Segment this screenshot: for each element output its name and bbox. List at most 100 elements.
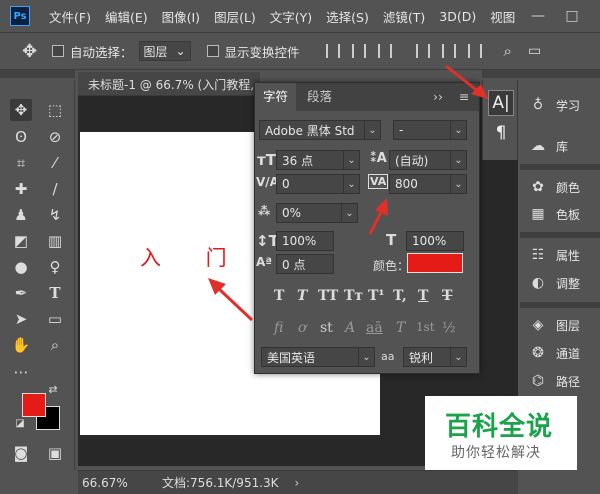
channels-panel-button[interactable]: ❂ 通道 — [528, 342, 600, 364]
old-style-button[interactable]: ơ — [298, 320, 306, 336]
ordinals-button[interactable]: 1st — [416, 320, 435, 334]
subscript-button[interactable]: T, — [393, 288, 407, 304]
align-top-icon[interactable] — [325, 44, 340, 58]
tab-character[interactable]: 字符 — [255, 83, 297, 111]
watermark: 百科全说 助你轻松解决 — [425, 396, 577, 470]
baseline-shift-field[interactable]: 0 点 — [276, 254, 334, 274]
font-size-field[interactable]: 36 点 ⌄ — [276, 150, 360, 170]
superscript-button[interactable]: T¹ — [368, 288, 385, 304]
menu-select[interactable]: 选择(S) — [319, 7, 376, 26]
all-caps-button[interactable]: TT — [318, 288, 338, 304]
quick-select-icon[interactable]: ⊘ — [44, 126, 66, 148]
path-select-icon[interactable]: ➤ — [10, 308, 32, 330]
default-colors-icon[interactable]: ◪ — [13, 416, 27, 430]
restore-button[interactable]: □ — [562, 6, 582, 26]
properties-panel-button[interactable]: ☷ 属性 — [528, 244, 600, 266]
toolbar-collapse-strip[interactable] — [0, 70, 75, 78]
align-middle-icon[interactable] — [351, 44, 366, 58]
stamp-icon[interactable]: ♟ — [10, 204, 32, 226]
minimize-button[interactable]: — — [528, 6, 548, 26]
font-style-select[interactable]: - ⌄ — [393, 120, 467, 140]
color-panel-button[interactable]: ✿ 颜色 — [528, 176, 600, 198]
menu-view[interactable]: 视图 — [483, 7, 522, 26]
align-left-icon[interactable] — [415, 44, 430, 58]
pen-icon[interactable]: ✒ — [10, 282, 32, 304]
auto-select-checkbox[interactable] — [52, 45, 64, 57]
collapse-icon[interactable]: ›› — [429, 83, 447, 111]
adjustments-panel-button[interactable]: ◐ 调整 — [528, 272, 600, 294]
dodge-icon[interactable]: ♀ — [44, 256, 66, 278]
layers-panel-button[interactable]: ◈ 图层 — [528, 314, 600, 336]
eyedropper-icon[interactable]: ⁄ — [44, 152, 66, 174]
menu-filter[interactable]: 滤镜(T) — [376, 7, 432, 26]
screen-mode-icon[interactable]: ▣ — [44, 442, 66, 464]
tab-paragraph[interactable]: 段落 — [299, 83, 340, 111]
more-tools-icon[interactable]: ⋯ — [10, 361, 32, 383]
menu-3d[interactable]: 3D(D) — [432, 9, 483, 24]
move-icon[interactable]: ✥ — [10, 99, 32, 121]
gradient-icon[interactable]: ▥ — [44, 230, 66, 252]
underline-button[interactable]: T — [418, 288, 428, 304]
swash-button[interactable]: A — [345, 320, 355, 336]
align-bottom-icon[interactable] — [377, 44, 392, 58]
leading-field[interactable]: (自动) ⌄ — [389, 150, 467, 170]
foreground-color-swatch[interactable] — [22, 393, 46, 417]
menu-layer[interactable]: 图层(L) — [207, 7, 263, 26]
discretionary-ligatures-button[interactable]: st — [320, 320, 333, 336]
menu-image[interactable]: 图像(I) — [155, 7, 207, 26]
faux-bold-button[interactable]: T — [274, 288, 284, 304]
rectangle-icon[interactable]: ▭ — [44, 308, 66, 330]
auto-select-dropdown[interactable]: 图层 ⌄ — [138, 41, 191, 61]
kerning-field[interactable]: 0 ⌄ — [276, 174, 360, 194]
marquee-icon[interactable]: ⬚ — [44, 99, 66, 121]
paragraph-panel-icon[interactable]: ¶ — [488, 120, 514, 146]
brush-icon[interactable]: ∕ — [44, 178, 66, 200]
stylistic-alternates-button[interactable]: aā — [366, 320, 383, 336]
workspace-icon[interactable]: ▭ — [528, 43, 541, 59]
small-caps-button[interactable]: Tт — [344, 288, 363, 304]
panel-menu-icon[interactable]: ≡ — [455, 83, 473, 111]
lasso-icon[interactable]: ʘ — [10, 126, 32, 148]
align-right-icon[interactable] — [467, 44, 482, 58]
menu-edit[interactable]: 编辑(E) — [98, 7, 155, 26]
tracking-field[interactable]: 800 ⌄ — [389, 174, 467, 194]
align-center-icon[interactable] — [441, 44, 456, 58]
swap-colors-icon[interactable]: ⇄ — [46, 382, 60, 396]
quick-mask-icon[interactable]: ◙ — [10, 442, 32, 464]
hand-icon[interactable]: ✋ — [10, 334, 32, 356]
vertical-scale-field[interactable]: 100% — [276, 231, 334, 251]
antialias-select[interactable]: 锐利 ⌄ — [403, 347, 467, 367]
language-select[interactable]: 美国英语 ⌄ — [261, 347, 375, 367]
menu-file[interactable]: 文件(F) — [42, 7, 98, 26]
healing-brush-icon[interactable]: ✚ — [10, 178, 32, 200]
text-color-swatch[interactable] — [407, 253, 463, 273]
history-brush-icon[interactable]: ↯ — [44, 204, 66, 226]
show-transform-checkbox[interactable] — [206, 45, 219, 57]
panel-divider — [520, 164, 600, 170]
fractions-button[interactable]: ½ — [442, 320, 456, 336]
blur-icon[interactable]: ● — [10, 256, 32, 278]
character-panel-icon[interactable]: A| — [488, 90, 514, 116]
menu-type[interactable]: 文字(Y) — [263, 7, 319, 26]
libraries-panel-button[interactable]: ☁ 库 — [528, 135, 600, 157]
zoom-icon[interactable]: ⌕ — [44, 334, 66, 356]
ligatures-button[interactable]: fi — [274, 320, 283, 336]
document-tab[interactable]: 未标题-1 @ 66.7% (入门教程, ... — [88, 76, 269, 93]
swatches-panel-button[interactable]: ▦ 色板 — [528, 203, 600, 225]
panel-collapse-strip[interactable] — [482, 70, 600, 78]
titling-alternates-button[interactable]: T — [396, 320, 405, 336]
zoom-level[interactable]: 66.67% — [82, 476, 162, 490]
eraser-icon[interactable]: ◩ — [10, 230, 32, 252]
tsume-field[interactable]: 0% ⌄ — [276, 203, 358, 223]
type-tool-icon[interactable]: T — [44, 282, 66, 304]
font-family-select[interactable]: Adobe 黑体 Std ⌄ — [259, 120, 381, 140]
crop-icon[interactable]: ⌗ — [10, 152, 32, 174]
search-icon[interactable]: ⌕ — [504, 42, 512, 60]
learn-panel-button[interactable]: ♁ 学习 — [528, 94, 600, 116]
strikethrough-button[interactable]: T — [442, 288, 452, 304]
paths-panel-button[interactable]: ⌬ 路径 — [528, 370, 600, 392]
move-tool-icon[interactable]: ✥ — [22, 41, 52, 62]
chevron-right-icon[interactable]: › — [295, 476, 300, 490]
faux-italic-button[interactable]: T — [297, 288, 307, 304]
horizontal-scale-field[interactable]: 100% — [406, 231, 464, 251]
